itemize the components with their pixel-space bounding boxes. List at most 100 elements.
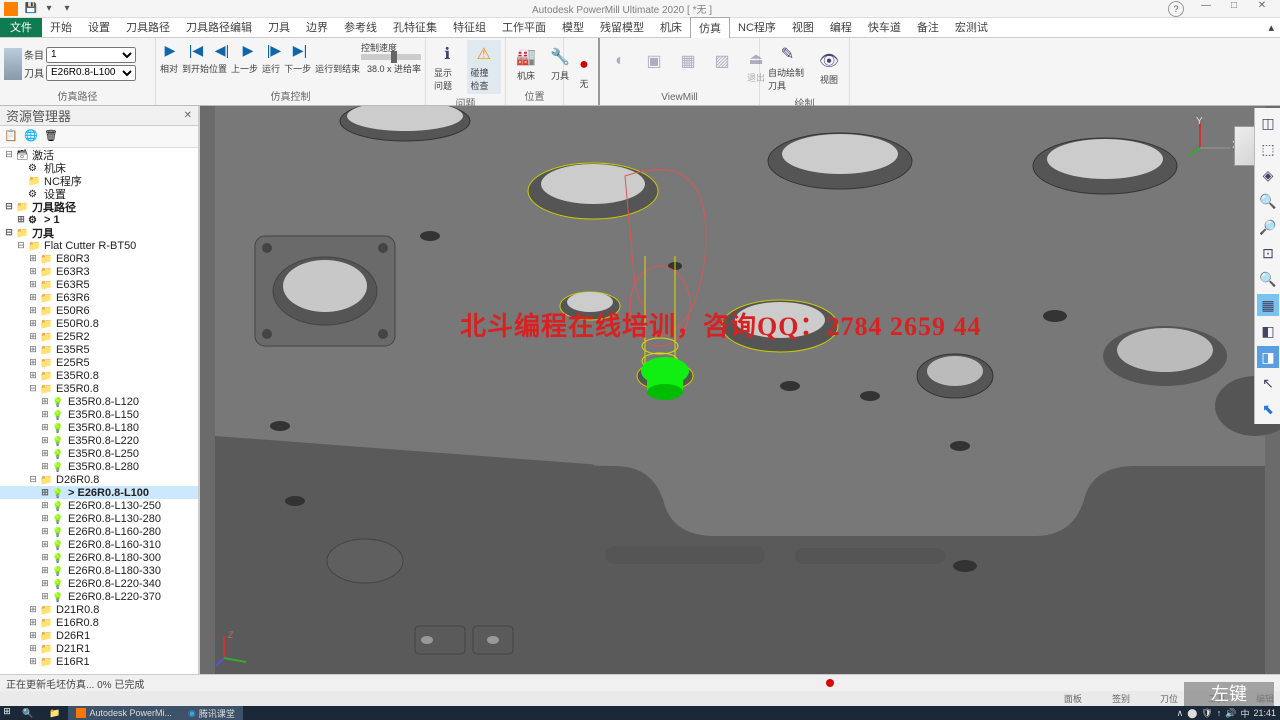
status2-item[interactable]: 签别 [1112, 692, 1130, 705]
tree-item[interactable]: ⊞E26R0.8-L160-310 [0, 538, 198, 551]
minimize-button[interactable]: — [1192, 0, 1220, 18]
status2-item[interactable]: 刀位 [1160, 692, 1178, 705]
tree-item[interactable]: ⊞E63R6 [0, 291, 198, 304]
tree-item[interactable]: ⊞E35R0.8 [0, 369, 198, 382]
menu-tab-18[interactable]: 备注 [909, 17, 947, 38]
tree-item[interactable]: ⊟激活 [0, 148, 198, 161]
file-menu[interactable]: 文件 [0, 18, 42, 37]
tree-item[interactable]: 设置 [0, 187, 198, 200]
tree-item[interactable]: NC程序 [0, 174, 198, 187]
entry-select[interactable]: 1 [46, 47, 136, 63]
qat-more-icon[interactable]: ▾ [60, 2, 74, 16]
tb-icon-3[interactable]: 🗑 [44, 129, 60, 145]
tree-item[interactable]: ⊞E25R2 [0, 330, 198, 343]
save-icon[interactable]: 💾 [24, 2, 38, 16]
menu-tab-4[interactable]: 刀具 [260, 17, 298, 38]
tree-item[interactable]: ⊞E63R3 [0, 265, 198, 278]
run-label[interactable]: 运行 [262, 62, 280, 75]
status2-item[interactable]: 面板 [1064, 692, 1082, 705]
shaded-icon[interactable]: ▦ [1257, 294, 1279, 316]
tree-item[interactable]: ⊞E50R0.8 [0, 317, 198, 330]
start-button[interactable]: ⊞ [0, 706, 14, 720]
menu-tab-8[interactable]: 特征组 [445, 17, 494, 38]
menu-tab-16[interactable]: 编程 [822, 17, 860, 38]
tree-item[interactable]: ⊞E50R6 [0, 304, 198, 317]
tree[interactable]: ⊟激活机床NC程序设置⊟刀具路径⊞> 1⊟刀具⊟Flat Cutter R-BT… [0, 148, 198, 680]
menu-tab-6[interactable]: 参考线 [336, 17, 385, 38]
menu-tab-0[interactable]: 开始 [42, 17, 80, 38]
play-icon[interactable]: ▶ [160, 40, 180, 60]
tree-item[interactable]: ⊞D26R1 [0, 629, 198, 642]
off-button[interactable]: ●无 [568, 51, 600, 92]
tree-item[interactable]: ⊞E26R0.8-L160-280 [0, 525, 198, 538]
hidden-icon[interactable]: ◧ [1257, 320, 1279, 342]
skip-start-icon[interactable]: |◀ [186, 40, 206, 60]
tb-icon-2[interactable]: 🌐 [24, 129, 40, 145]
menu-tab-3[interactable]: 刀具路径编辑 [178, 17, 260, 38]
menu-tab-11[interactable]: 残留模型 [592, 17, 652, 38]
cube-icon[interactable]: ⬚ [1257, 138, 1279, 160]
skip-end-icon[interactable]: ▶| [290, 40, 310, 60]
tree-item[interactable]: ⊞E26R0.8-L130-250 [0, 499, 198, 512]
help-icon[interactable]: ? [1168, 1, 1184, 17]
menu-tab-9[interactable]: 工作平面 [494, 17, 554, 38]
tool-select[interactable]: E26R0.8-L100 [46, 65, 136, 81]
tray-icon[interactable]: 🛡 [1201, 708, 1212, 719]
tree-item[interactable]: ⊞E26R0.8-L220-340 [0, 577, 198, 590]
tree-item[interactable]: ⊞E26R0.8-L130-280 [0, 512, 198, 525]
task-powermill[interactable]: Autodesk PowerMi... [68, 706, 180, 720]
tree-item[interactable]: ⊟Flat Cutter R-BT50 [0, 239, 198, 252]
qat-dropdown-icon[interactable]: ▾ [42, 2, 56, 16]
tree-item[interactable]: ⊞E35R0.8-L250 [0, 447, 198, 460]
machine-pos-button[interactable]: 🏭机床 [510, 43, 542, 84]
menu-tab-1[interactable]: 设置 [80, 17, 118, 38]
menu-tab-7[interactable]: 孔特征集 [385, 17, 445, 38]
clock[interactable]: 21:41 [1253, 708, 1276, 718]
menu-tab-10[interactable]: 模型 [554, 17, 592, 38]
tree-item[interactable]: ⊞E26R0.8-L180-300 [0, 551, 198, 564]
show-issues-button[interactable]: ℹ显示问题 [430, 40, 465, 94]
tb-icon-1[interactable]: 📋 [4, 129, 20, 145]
tree-item[interactable]: ⊞D21R1 [0, 642, 198, 655]
tree-item[interactable]: ⊞E35R5 [0, 343, 198, 356]
tray-icon[interactable]: 中 [1240, 707, 1249, 720]
tree-item[interactable]: ⊞E26R0.8-L180-330 [0, 564, 198, 577]
zoom-in-icon[interactable]: 🔎 [1257, 216, 1279, 238]
tree-item[interactable]: ⊞E26R0.8-L220-370 [0, 590, 198, 603]
menu-tab-2[interactable]: 刀具路径 [118, 17, 178, 38]
task-folder[interactable]: 📁 [41, 706, 68, 720]
tree-item[interactable]: ⊞E16R0.8 [0, 616, 198, 629]
tray-icon[interactable]: 🔊 [1225, 708, 1236, 719]
tree-item[interactable]: ⊞E63R5 [0, 278, 198, 291]
view-button[interactable]: 👁视图 [813, 47, 845, 88]
relative-label[interactable]: 相对 [160, 62, 178, 75]
menu-tab-19[interactable]: 宏测试 [947, 17, 996, 38]
zoom-fit-icon[interactable]: 🔍 [1257, 190, 1279, 212]
tree-item[interactable]: ⊟E35R0.8 [0, 382, 198, 395]
tree-item[interactable]: ⊞E35R0.8-L280 [0, 460, 198, 473]
play2-icon[interactable]: ▶ [238, 40, 258, 60]
tree-item[interactable]: ⊞E35R0.8-L150 [0, 408, 198, 421]
tree-item[interactable]: ⊞E80R3 [0, 252, 198, 265]
iso-view-icon[interactable]: ◫ [1257, 112, 1279, 134]
to-end-label[interactable]: 运行到结束 [315, 62, 360, 75]
wireframe-icon[interactable]: ◈ [1257, 164, 1279, 186]
zoom-window-icon[interactable]: ⊡ [1257, 242, 1279, 264]
menu-tab-14[interactable]: NC程序 [730, 17, 784, 38]
close-button[interactable]: ✕ [1248, 0, 1276, 18]
tree-item[interactable]: ⊞E35R0.8-L120 [0, 395, 198, 408]
next-label[interactable]: 下一步 [284, 62, 311, 75]
speed-slider[interactable] [361, 54, 421, 60]
tray-icon[interactable]: ∧ [1177, 708, 1184, 719]
step-back-icon[interactable]: ◀| [212, 40, 232, 60]
tree-item[interactable]: 机床 [0, 161, 198, 174]
collision-check-button[interactable]: ⚠碰撞检查 [467, 40, 502, 94]
tray-icon[interactable]: ↑ [1217, 708, 1222, 718]
tree-item[interactable]: ⊞E35R0.8-L180 [0, 421, 198, 434]
tray-icon[interactable]: ⬤ [1187, 708, 1197, 719]
cursor-icon[interactable]: ↖ [1257, 372, 1279, 394]
tree-item[interactable]: ⊟刀具路径 [0, 200, 198, 213]
tree-item[interactable]: ⊞D21R0.8 [0, 603, 198, 616]
tree-item[interactable]: ⊞> 1 [0, 213, 198, 226]
menu-tab-17[interactable]: 快车道 [860, 17, 909, 38]
